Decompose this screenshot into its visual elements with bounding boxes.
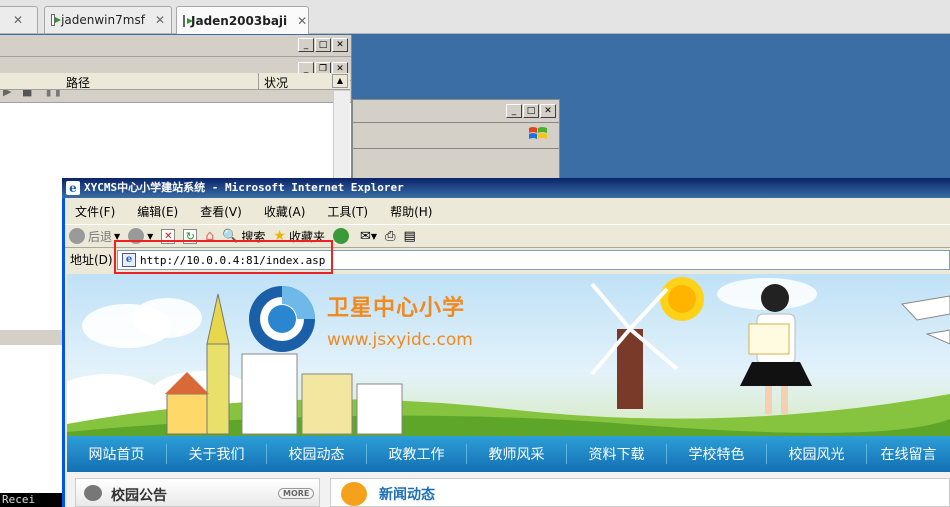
ie-icon: e [66,181,80,195]
close-icon[interactable]: ✕ [297,14,307,28]
tab-label: jadenwin7msf [61,13,145,27]
windows-logo-icon [529,127,547,139]
minimize-icon[interactable]: _ [506,104,522,118]
close-icon[interactable]: ✕ [540,104,556,118]
print-icon: ⎙ [385,228,396,244]
maximize-icon[interactable]: □ [315,38,331,52]
school-name: 卫星中心小学 [327,296,466,321]
edit-button[interactable]: ▤ [403,229,415,244]
chevron-down-icon: ▼ [370,231,378,241]
menu-help[interactable]: 帮助(H) [390,203,432,220]
scroll-up-icon[interactable]: ▲ [332,74,348,88]
ie-menubar: 文件(F) 编辑(E) 查看(V) 收藏(A) 工具(T) 帮助(H) [65,200,950,222]
tab-label: Jaden2003baji [191,13,288,28]
maximize-icon[interactable]: □ [523,104,539,118]
notice-panel: 校园公告 MORE [75,478,320,507]
vm-icon [51,14,62,26]
address-label: 地址(D) [70,253,113,267]
news-icon [341,482,367,506]
nav-politics[interactable]: 政教工作 [367,444,467,464]
nav-teachers[interactable]: 教师风采 [467,444,567,464]
menu-tools[interactable]: 工具(T) [327,203,368,220]
highlight-box [114,240,333,274]
tab-jadenwin7msf[interactable]: jadenwin7msf ✕ [44,6,172,33]
menu-favorites[interactable]: 收藏(A) [264,203,306,220]
nav-home[interactable]: 网站首页 [67,444,167,464]
menu-view[interactable]: 查看(V) [200,203,242,220]
close-icon[interactable]: ✕ [155,13,165,27]
tab-jaden2003baji[interactable]: Jaden2003baji ✕ [176,6,309,34]
edit-icon: ▤ [403,228,416,244]
minimize-icon[interactable]: _ [298,38,314,52]
speaker-icon [84,485,102,501]
column-status[interactable]: 状况 [264,74,288,91]
notice-title: 校园公告 [111,488,167,504]
lower-pane [0,345,62,495]
menu-edit[interactable]: 编辑(E) [137,203,178,220]
nav-guestbook[interactable]: 在线留言 [867,444,950,464]
window-titlebar: _ □ ✕ [0,35,351,57]
nav-about[interactable]: 关于我们 [167,444,267,464]
site-domain: www.jsxyidc.com [327,330,473,350]
school-logo-icon [249,286,315,352]
news-panel: 新闻动态 [330,478,950,507]
more-link[interactable]: MORE [278,488,315,499]
column-header: 路径 状况 ▲ [0,73,350,90]
menu-file[interactable]: 文件(F) [75,203,115,220]
media-icon [333,228,349,244]
back-button[interactable]: 后退 ▼ [69,228,120,245]
close-icon[interactable]: ✕ [332,38,348,52]
column-path[interactable]: 路径 [66,74,90,91]
banner-illustration [67,277,950,436]
site-nav: 网站首页 关于我们 校园动态 政教工作 教师风采 资料下载 学校特色 校园风光 … [67,436,950,472]
ie-titlebar: XYCMS中心小学建站系统 - Microsoft Internet Explo… [62,178,950,198]
mail-button[interactable]: ✉ ▼ [360,229,377,244]
site-banner: 卫星中心小学 www.jsxyidc.com [67,274,950,436]
back-arrow-icon [69,228,85,244]
nav-downloads[interactable]: 资料下载 [567,444,667,464]
nav-scenery[interactable]: 校园风光 [767,444,867,464]
close-icon[interactable]: ✕ [13,13,23,27]
nav-features[interactable]: 学校特色 [667,444,767,464]
back-label: 后退 [88,229,113,244]
mail-icon: ✉ [360,228,371,244]
pane-divider [0,330,62,345]
vm-tab-strip: ✕ jadenwin7msf ✕ Jaden2003baji ✕ [0,0,950,34]
media-button[interactable] [333,228,352,244]
news-title: 新闻动态 [379,487,435,503]
vm-icon [183,14,193,27]
console-output: Recei [0,493,62,507]
nav-campus-news[interactable]: 校园动态 [267,444,367,464]
tab-previous[interactable]: ✕ [0,6,38,33]
print-button[interactable]: ⎙ [385,229,395,244]
divider [258,73,259,89]
